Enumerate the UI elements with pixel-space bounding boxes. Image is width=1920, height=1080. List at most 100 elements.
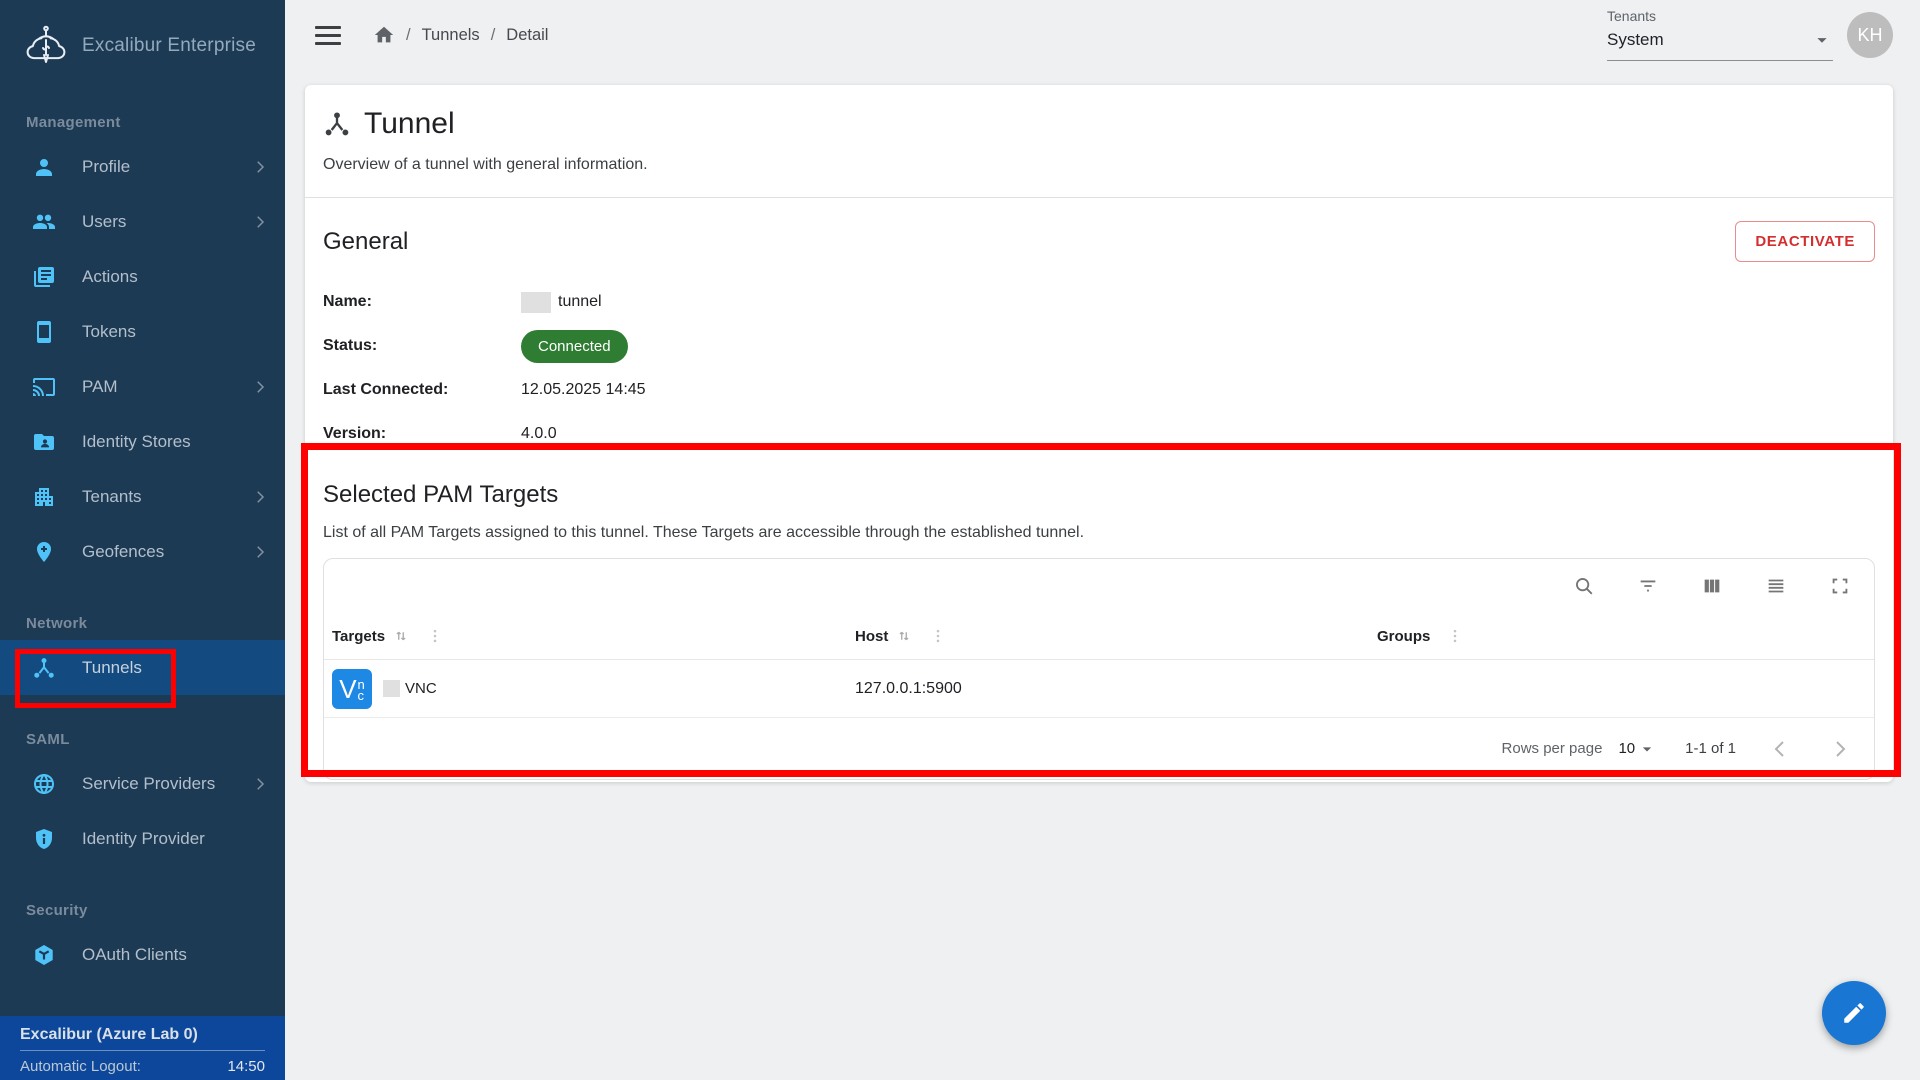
density-icon[interactable] [1765, 574, 1789, 598]
sidebar-item-profile[interactable]: Profile [0, 139, 285, 194]
globe-icon [32, 772, 56, 796]
column-header-host[interactable]: Host [847, 627, 1369, 645]
columns-icon[interactable] [1701, 574, 1725, 598]
sidebar-item-identity-provider[interactable]: Identity Provider [0, 811, 285, 866]
general-heading: General [323, 228, 408, 256]
divider [305, 197, 1893, 198]
fullscreen-icon[interactable] [1829, 574, 1853, 598]
column-menu-icon[interactable] [1446, 627, 1464, 645]
section-label-saml: SAML [0, 731, 285, 748]
building-icon [32, 485, 56, 509]
smartphone-icon [32, 320, 56, 344]
user-avatar[interactable]: KH [1847, 12, 1893, 58]
targets-heading: Selected PAM Targets [323, 481, 1875, 509]
page-subtitle: Overview of a tunnel with general inform… [323, 156, 1875, 174]
section-label-network: Network [0, 615, 285, 632]
rows-per-page-label: Rows per page [1502, 740, 1603, 757]
host-cell: 127.0.0.1:5900 [847, 680, 1369, 698]
target-cell: V nc VNC [324, 669, 847, 709]
auto-logout-label: Automatic Logout: [20, 1058, 141, 1075]
sidebar-item-tokens[interactable]: Tokens [0, 304, 285, 359]
breadcrumb-detail: Detail [506, 26, 548, 45]
section-label-security: Security [0, 902, 285, 919]
hamburger-menu-button[interactable] [315, 22, 345, 48]
tenants-select-label: Tenants [1607, 8, 1833, 24]
column-menu-icon[interactable] [929, 627, 947, 645]
chevron-right-icon [251, 543, 269, 561]
chevron-right-icon [251, 158, 269, 176]
column-header-targets[interactable]: Targets [324, 627, 847, 645]
tunnel-hub-icon [32, 656, 56, 680]
people-icon [32, 210, 56, 234]
sidebar-item-tunnels[interactable]: Tunnels [0, 640, 285, 695]
table-pagination: Rows per page 10 1-1 of 1 [324, 718, 1874, 779]
environment-name: Excalibur (Azure Lab 0) [0, 1016, 285, 1050]
brand-name: Excalibur Enterprise [82, 35, 256, 57]
status-badge: Connected [521, 330, 628, 363]
chevron-right-icon [251, 213, 269, 231]
cast-screen-icon [32, 375, 56, 399]
field-name: Name: tunnel [323, 280, 1875, 324]
chevron-right-icon [251, 775, 269, 793]
column-header-groups[interactable]: Groups [1369, 627, 1874, 645]
next-page-icon[interactable] [1828, 735, 1856, 763]
version-value: 4.0.0 [521, 425, 557, 443]
tenants-select-value: System [1607, 30, 1664, 50]
redacted-text [383, 680, 400, 697]
sidebar-item-geofences[interactable]: Geofences [0, 524, 285, 579]
main-area: / Tunnels / Detail Tenants System KH Tun… [285, 0, 1920, 1080]
oauth-cube-icon [32, 943, 56, 967]
targets-description: List of all PAM Targets assigned to this… [323, 524, 1875, 542]
search-icon[interactable] [1573, 574, 1597, 598]
sidebar-item-oauth-clients[interactable]: OAuth Clients [0, 927, 285, 982]
breadcrumb: / Tunnels / Detail [373, 24, 548, 46]
sidebar-footer: Excalibur (Azure Lab 0) Automatic Logout… [0, 1016, 285, 1080]
pagination-range: 1-1 of 1 [1685, 740, 1736, 757]
pam-targets-table: Targets Host [323, 558, 1875, 780]
pencil-icon [1841, 1000, 1867, 1026]
general-fields: Name: tunnel Status: Connected Last Conn… [323, 280, 1875, 456]
add-location-pin-icon [32, 540, 56, 564]
tunnel-hub-icon [323, 110, 351, 138]
sidebar-item-pam[interactable]: PAM [0, 359, 285, 414]
sidebar: Excalibur Enterprise Management Profile … [0, 0, 285, 1080]
sidebar-item-identity-stores[interactable]: Identity Stores [0, 414, 285, 469]
field-status: Status: Connected [323, 324, 1875, 368]
sidebar-item-service-providers[interactable]: Service Providers [0, 756, 285, 811]
breadcrumb-tunnels[interactable]: Tunnels [422, 26, 480, 45]
previous-page-icon[interactable] [1768, 735, 1796, 763]
deactivate-button[interactable]: DEACTIVATE [1735, 221, 1875, 262]
shield-info-icon [32, 827, 56, 851]
home-icon[interactable] [373, 24, 395, 46]
sidebar-item-users[interactable]: Users [0, 194, 285, 249]
table-header-row: Targets Host [324, 613, 1874, 660]
last-connected-value: 12.05.2025 14:45 [521, 381, 646, 399]
person-icon [32, 155, 56, 179]
chevron-right-icon [251, 488, 269, 506]
filter-icon[interactable] [1637, 574, 1661, 598]
field-version: Version: 4.0.0 [323, 412, 1875, 456]
tunnel-name-value: tunnel [558, 293, 602, 311]
sidebar-item-actions[interactable]: Actions [0, 249, 285, 304]
sort-icon[interactable] [392, 627, 410, 645]
table-row[interactable]: V nc VNC 127.0.0.1:5900 [324, 660, 1874, 718]
rows-per-page-select[interactable]: 10 [1618, 739, 1657, 759]
sort-icon[interactable] [895, 627, 913, 645]
tenants-select[interactable]: Tenants System [1607, 8, 1833, 61]
page-title: Tunnel [364, 107, 455, 141]
brand: Excalibur Enterprise [0, 0, 285, 70]
tunnel-detail-card: Tunnel Overview of a tunnel with general… [305, 85, 1893, 782]
redacted-text [521, 292, 551, 313]
section-label-management: Management [0, 114, 285, 131]
sidebar-item-tenants[interactable]: Tenants [0, 469, 285, 524]
column-menu-icon[interactable] [426, 627, 444, 645]
excalibur-cloud-sword-logo-icon [22, 22, 70, 70]
folder-user-icon [32, 430, 56, 454]
field-last-connected: Last Connected: 12.05.2025 14:45 [323, 368, 1875, 412]
library-icon [32, 265, 56, 289]
table-toolbar [324, 559, 1874, 613]
target-name: VNC [405, 680, 437, 697]
chevron-right-icon [251, 378, 269, 396]
dropdown-arrow-icon [1637, 739, 1657, 759]
edit-fab-button[interactable] [1822, 981, 1886, 1045]
